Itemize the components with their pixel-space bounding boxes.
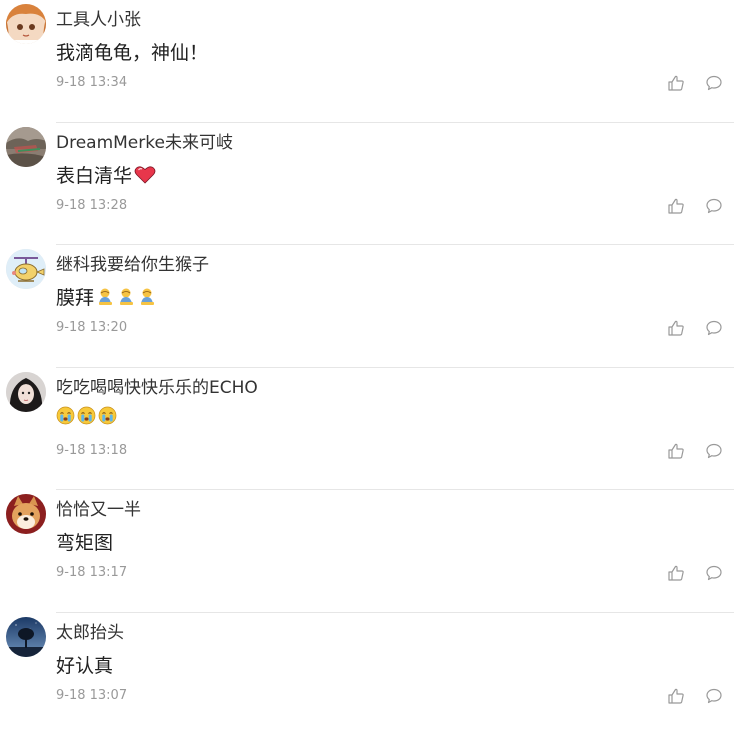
night-tree-avatar <box>6 616 46 657</box>
anime-girl-avatar <box>6 4 46 44</box>
crying-face-emoji <box>77 406 96 425</box>
comment-bubble-icon <box>706 321 722 336</box>
crying-face-emoji <box>98 406 117 425</box>
like-button[interactable] <box>667 74 685 92</box>
reply-button[interactable] <box>705 319 723 337</box>
like-button[interactable] <box>667 319 685 337</box>
reply-button[interactable] <box>705 442 723 460</box>
comment-item: 恰恰又一半 弯矩图 9-18 13:17 <box>0 490 734 613</box>
reply-button[interactable] <box>705 687 723 705</box>
cartoon-helicopter-avatar <box>6 249 46 290</box>
comment-timestamp: 9-18 13:20 <box>56 320 128 336</box>
thumbs-up-icon <box>668 320 684 336</box>
comment-item: 继科我要给你生猴子 膜拜 9-18 13:20 <box>0 245 734 368</box>
reply-button[interactable] <box>705 74 723 92</box>
comment-text-body: 表白清华 <box>56 164 133 187</box>
comment-text-body: 我滴龟龟，神仙！ <box>56 42 209 64</box>
username[interactable]: 吃吃喝喝快快乐乐的ECHO <box>56 373 258 398</box>
worship-emoji <box>117 287 136 306</box>
avatar[interactable] <box>6 126 46 167</box>
thumbs-up-icon <box>668 566 684 581</box>
comment-bubble-icon <box>706 198 722 213</box>
comment-text: 弯矩图 <box>56 528 113 555</box>
comment-item: 吃吃喝喝快快乐乐的ECHO 9-18 13:18 <box>0 368 734 491</box>
worship-emoji <box>96 287 115 306</box>
avatar[interactable] <box>6 616 46 657</box>
thumbs-up-icon <box>668 443 684 459</box>
comment-item: 太郎抬头 好认真 9-18 13:07 <box>0 613 734 736</box>
like-button[interactable] <box>667 442 685 460</box>
comment-timestamp: 9-18 13:34 <box>56 75 128 90</box>
comment-bubble-icon <box>706 566 722 581</box>
comment-text <box>56 406 117 425</box>
username[interactable]: 继科我要给你生猴子 <box>56 250 209 275</box>
avatar[interactable] <box>6 494 46 535</box>
username[interactable]: 太郎抬头 <box>56 618 124 643</box>
comment-text: 表白清华 <box>56 161 156 188</box>
reply-button[interactable] <box>705 197 723 215</box>
comment-text: 膜拜 <box>56 283 157 310</box>
thumbs-up-icon <box>668 75 684 91</box>
username[interactable]: 工具人小张 <box>56 5 141 30</box>
comment-text: 我滴龟龟，神仙！ <box>56 38 208 65</box>
reply-button[interactable] <box>705 564 723 582</box>
portrait-avatar <box>6 371 46 412</box>
comment-bubble-icon <box>706 75 722 91</box>
comment-item: DreamMerke未来可岐 表白清华 9-18 13:28 <box>0 123 734 246</box>
avatar[interactable] <box>6 4 46 44</box>
username[interactable]: DreamMerke未来可岐 <box>56 128 233 153</box>
comment-timestamp: 9-18 13:17 <box>56 565 128 581</box>
comment-list: 工具人小张 我滴龟龟，神仙！ 9-18 13:34 DreamMerke未来可岐… <box>0 0 734 736</box>
comment-timestamp: 9-18 13:28 <box>56 197 128 213</box>
like-button[interactable] <box>667 564 685 582</box>
comment-text-body: 好认真 <box>56 654 114 677</box>
like-button[interactable] <box>667 197 685 215</box>
comment-text: 好认真 <box>56 651 113 678</box>
worship-emoji <box>138 287 157 306</box>
thumbs-up-icon <box>668 688 684 704</box>
comment-item: 工具人小张 我滴龟龟，神仙！ 9-18 13:34 <box>0 0 734 123</box>
crying-face-emoji <box>56 406 75 425</box>
avatar[interactable] <box>6 249 46 290</box>
comment-text-body: 弯矩图 <box>56 532 114 555</box>
red-heart-emoji <box>134 165 156 184</box>
comment-text-body: 膜拜 <box>56 287 95 310</box>
comment-bubble-icon <box>706 688 722 704</box>
like-button[interactable] <box>667 687 685 705</box>
thumbs-up-icon <box>668 198 684 214</box>
shiba-dog-avatar <box>6 494 46 535</box>
comment-timestamp: 9-18 13:07 <box>56 687 128 703</box>
landscape-avatar <box>6 126 46 167</box>
comment-timestamp: 9-18 13:18 <box>56 442 128 458</box>
comment-bubble-icon <box>706 443 722 458</box>
avatar[interactable] <box>6 371 46 412</box>
username[interactable]: 恰恰又一半 <box>56 495 141 520</box>
